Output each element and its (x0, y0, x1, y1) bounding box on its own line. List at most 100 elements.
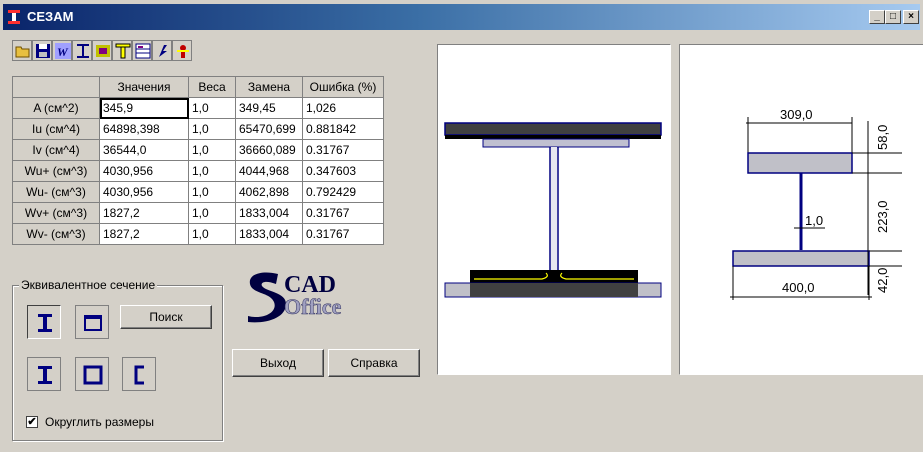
tee-button[interactable] (112, 40, 132, 61)
section-overlay-panel (437, 44, 671, 375)
maximize-button[interactable]: □ (885, 10, 901, 24)
minimize-button[interactable]: _ (869, 10, 885, 24)
value-cell[interactable]: 345,9 (99, 97, 189, 119)
section-dimensions-drawing: 309,0 1,0 400,0 58,0 223,0 42,0 (730, 107, 902, 300)
table-row: Wv- (см^3) 1827,2 1,0 1833,004 0.31767 (12, 223, 384, 245)
error-cell[interactable]: 1,026 (302, 97, 384, 119)
web-height-label: 223,0 (875, 200, 890, 233)
error-cell[interactable]: 0.31767 (302, 139, 384, 161)
logo-office-text: Office (284, 294, 342, 319)
value-cell[interactable]: 4030,956 (99, 181, 189, 203)
value-cell[interactable]: 4030,956 (99, 160, 189, 182)
exit-tool-button[interactable] (172, 40, 192, 61)
section-dimensions-panel: 309,0 1,0 400,0 58,0 223,0 42,0 (679, 44, 923, 375)
weight-cell[interactable]: 1,0 (188, 139, 236, 161)
close-button[interactable]: × (903, 10, 919, 24)
value-cell[interactable]: 64898,398 (99, 118, 189, 140)
tee-icon (115, 43, 131, 59)
value-cell[interactable]: 1827,2 (99, 202, 189, 224)
column-header-values[interactable]: Значения (99, 76, 189, 98)
table-row: Iv (см^4) 36544,0 1,0 36660,089 0.31767 (12, 139, 384, 161)
channel-button[interactable] (122, 357, 156, 391)
search-button[interactable]: Поиск (120, 305, 212, 329)
row-header: Wu+ (см^3) (12, 160, 100, 182)
row-header: Wu- (см^3) (12, 181, 100, 203)
row-header: A (см^2) (12, 97, 100, 119)
weight-cell[interactable]: 1,0 (188, 223, 236, 245)
i-beam-shape-icon (38, 366, 52, 384)
replacement-cell[interactable]: 4062,898 (235, 181, 303, 203)
table-button[interactable] (132, 40, 152, 61)
table-icon (135, 43, 151, 59)
row-header: Wv- (см^3) (12, 223, 100, 245)
weight-cell[interactable]: 1,0 (188, 97, 236, 119)
column-header-error[interactable]: Ошибка (%) (302, 76, 384, 98)
replacement-cell[interactable]: 36660,089 (235, 139, 303, 161)
svg-text:W: W (57, 45, 69, 59)
i-beam-shape-button[interactable] (27, 357, 61, 391)
properties-grid: Значения Веса Замена Ошибка (%) A (см^2)… (12, 76, 384, 245)
column-header-weights[interactable]: Веса (188, 76, 236, 98)
save-icon (36, 44, 50, 58)
close-icon: × (908, 11, 914, 22)
save-button[interactable] (32, 40, 52, 61)
error-cell[interactable]: 0.792429 (302, 181, 384, 203)
top-width-label: 309,0 (780, 107, 813, 122)
weight-cell[interactable]: 1,0 (188, 118, 236, 140)
column-header-replacement[interactable]: Замена (235, 76, 303, 98)
top-flange-height-label: 58,0 (875, 125, 890, 150)
help-button[interactable]: Справка (328, 349, 420, 377)
error-cell[interactable]: 0.347603 (302, 160, 384, 182)
value-cell[interactable]: 1827,2 (99, 223, 189, 245)
i-section-button[interactable] (27, 305, 61, 339)
bottom-width-label: 400,0 (782, 280, 815, 295)
replacement-cell[interactable]: 1833,004 (235, 202, 303, 224)
weight-cell[interactable]: 1,0 (188, 160, 236, 182)
replacement-cell[interactable]: 65470,699 (235, 118, 303, 140)
arrow-button[interactable] (152, 40, 172, 61)
assembly-icon (96, 45, 110, 57)
weight-cell[interactable]: 1,0 (188, 202, 236, 224)
w-section-button[interactable]: W (52, 40, 72, 61)
bottom-flange-height-label: 42,0 (875, 268, 890, 293)
row-header: Iv (см^4) (12, 139, 100, 161)
box-section-button[interactable] (75, 305, 109, 339)
error-cell[interactable]: 0.31767 (302, 223, 384, 245)
i-beam-button[interactable] (72, 40, 92, 61)
minimize-icon: _ (874, 11, 880, 22)
row-header: Iu (см^4) (12, 118, 100, 140)
maximize-icon: □ (889, 11, 897, 22)
replacement-cell[interactable]: 1833,004 (235, 223, 303, 245)
app-window: СЕЗАМ _ □ × W Значения Веса Замена Ошибк… (0, 0, 923, 452)
table-row: Iu (см^4) 64898,398 1,0 65470,699 0.8818… (12, 118, 384, 140)
i-section-icon (38, 314, 52, 332)
round-sizes-checkbox[interactable]: ✔ (26, 416, 38, 428)
exit-button[interactable]: Выход (232, 349, 324, 377)
table-row: Wu- (см^3) 4030,956 1,0 4062,898 0.79242… (12, 181, 384, 203)
value-cell[interactable]: 36544,0 (99, 139, 189, 161)
table-row: Wu+ (см^3) 4030,956 1,0 4044,968 0.34760… (12, 160, 384, 182)
window-title: СЕЗАМ (27, 9, 74, 24)
error-cell[interactable]: 0.881842 (302, 118, 384, 140)
replacement-cell[interactable]: 4044,968 (235, 160, 303, 182)
replacement-cell[interactable]: 349,45 (235, 97, 303, 119)
open-button[interactable] (12, 40, 32, 61)
weight-cell[interactable]: 1,0 (188, 181, 236, 203)
arrow-icon (159, 45, 167, 57)
square-tube-button[interactable] (75, 357, 109, 391)
channel-icon (134, 365, 144, 385)
w-section-icon: W (55, 43, 71, 59)
open-folder-icon (15, 46, 30, 58)
table-row: A (см^2) 345,9 1,0 349,45 1,026 (12, 97, 384, 119)
title-bar[interactable]: СЕЗАМ _ □ × (3, 4, 920, 30)
group-legend: Эквивалентное сечение (19, 278, 158, 292)
section-overlay-drawing (444, 122, 662, 298)
i-beam-icon (77, 44, 89, 58)
scad-office-logo: CAD Office (244, 268, 384, 331)
round-sizes-label: Округлить размеры (45, 415, 154, 429)
exit-icon (177, 45, 189, 58)
error-cell[interactable]: 0.31767 (302, 202, 384, 224)
row-header: Wv+ (см^3) (12, 202, 100, 224)
assembly-button[interactable] (92, 40, 112, 61)
grid-corner (12, 76, 100, 98)
